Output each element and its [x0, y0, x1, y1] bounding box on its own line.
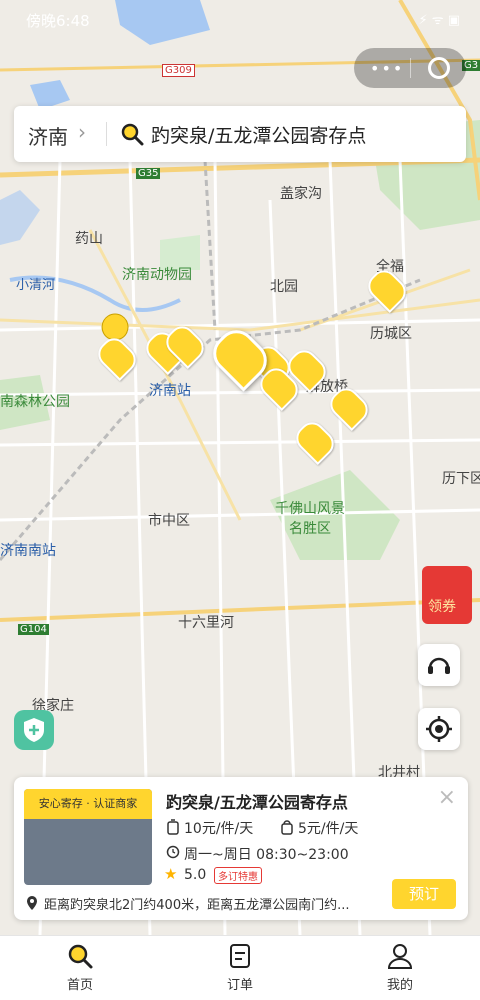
capsule-divider: [410, 58, 411, 78]
tab-profile[interactable]: 我的: [360, 942, 440, 993]
status-icons: ⚡ ᯤ ▣: [418, 13, 460, 28]
map-label-zoo: 济南动物园: [122, 267, 192, 283]
close-miniprogram-icon[interactable]: [428, 57, 450, 79]
map-label-shizhongqu: 市中区: [148, 513, 190, 529]
coupon-label: 领券: [428, 599, 456, 615]
map-label-beiyuan: 北园: [270, 279, 298, 295]
distance-address: 距离趵突泉北2门约400米，距离五龙潭公园南门约...: [44, 898, 350, 913]
location-pin-icon: [27, 896, 37, 910]
miniprogram-capsule: •••: [354, 48, 466, 88]
safety-shield-button[interactable]: [14, 710, 54, 750]
close-card-icon[interactable]: ×: [438, 785, 456, 810]
order-icon: [230, 944, 250, 968]
customer-service-button[interactable]: [418, 644, 460, 686]
chevron-right-icon[interactable]: ›: [78, 120, 86, 144]
bottom-tab-bar: 首页 订单 我的: [0, 935, 480, 1000]
star-icon: ★: [164, 865, 178, 883]
road-shield-g35: G35: [136, 168, 161, 179]
map-label-qianfoshan: 千佛山风景名胜区: [275, 501, 345, 537]
map-label-xiaoqinghe: 小清河: [16, 278, 56, 293]
map-label-gaijiagou: 盖家沟: [280, 186, 322, 202]
tab-home-label: 首页: [66, 978, 93, 993]
city-selector[interactable]: 济南: [28, 121, 68, 150]
tab-home[interactable]: 首页: [40, 942, 120, 993]
tab-orders[interactable]: 订单: [200, 942, 280, 993]
tab-orders-label: 订单: [226, 978, 253, 993]
road-shield-g104: G104: [18, 624, 49, 635]
large-item-price: 10元/件/天: [184, 821, 254, 837]
profile-icon: [387, 944, 413, 969]
more-icon[interactable]: •••: [370, 59, 404, 78]
clock-icon: [166, 845, 180, 859]
certified-badge: 安心寄存 · 认证商家: [24, 789, 152, 819]
locate-button[interactable]: [418, 708, 460, 750]
promo-tag: 多订特惠: [214, 867, 262, 884]
storage-point-card[interactable]: 安心寄存 · 认证商家 趵突泉/五龙潭公园寄存点 × 10元/件/天 5元/件/…: [14, 777, 468, 920]
map-label-lixia: 历下区: [442, 471, 480, 487]
status-bar: 傍晚6:48 ⚡ ᯤ ▣: [0, 0, 480, 36]
small-bag-icon: [281, 820, 293, 835]
large-luggage-icon: [167, 819, 179, 835]
search-bar[interactable]: 济南 › 趵突泉/五龙潭公园寄存点: [14, 106, 466, 162]
road-shield-g309: G309: [162, 64, 195, 77]
map-label-south-station: 济南南站: [0, 543, 56, 559]
shield-plus-icon: [24, 718, 44, 742]
search-icon: [68, 944, 93, 969]
map-label-lichengqu: 历城区: [370, 326, 412, 342]
store-title: 趵突泉/五龙潭公园寄存点: [166, 793, 348, 812]
search-divider: [106, 122, 107, 146]
map-label-jinan-station: 济南站: [149, 383, 191, 399]
headset-icon: [428, 657, 450, 674]
search-input[interactable]: 趵突泉/五龙潭公园寄存点: [151, 121, 366, 148]
store-photo: 安心寄存 · 认证商家: [24, 789, 152, 885]
opening-hours: 周一~周日 08:30~23:00: [184, 847, 349, 863]
map-label-yaoshan: 药山: [75, 231, 103, 247]
small-item-price: 5元/件/天: [298, 821, 359, 837]
tab-profile-label: 我的: [386, 978, 413, 993]
status-time: 傍晚6:48: [26, 12, 90, 30]
rating-value: 5.0: [184, 867, 207, 883]
book-button[interactable]: 预订: [392, 879, 456, 909]
map-label-forest-park: 南森林公园: [0, 394, 70, 410]
search-icon: [121, 123, 144, 146]
locate-icon: [426, 716, 452, 742]
coupon-button[interactable]: 领券: [422, 566, 472, 624]
map-label-shiliuli: 十六里河: [178, 615, 234, 631]
